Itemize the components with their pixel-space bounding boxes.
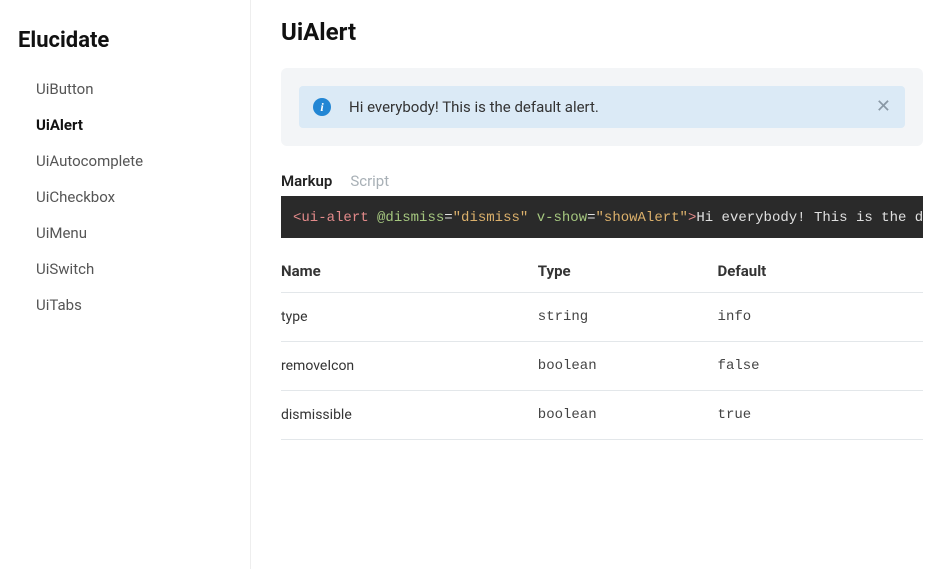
sidebar-item-uitabs[interactable]: UiTabs	[18, 287, 232, 323]
sidebar: Elucidate UiButtonUiAlertUiAutocompleteU…	[0, 0, 250, 569]
example-box: i Hi everybody! This is the default aler…	[281, 68, 923, 146]
tab-markup[interactable]: Markup	[281, 172, 332, 194]
info-icon: i	[313, 98, 331, 116]
prop-type: boolean	[538, 391, 718, 440]
sidebar-item-uiautocomplete[interactable]: UiAutocomplete	[18, 143, 232, 179]
prop-name: removeIcon	[281, 342, 538, 391]
main-content: UiAlert i Hi everybody! This is the defa…	[251, 0, 945, 569]
sidebar-item-uicheckbox[interactable]: UiCheckbox	[18, 179, 232, 215]
table-row: removeIconbooleanfalse	[281, 342, 923, 391]
th-type: Type	[538, 250, 718, 293]
tab-script[interactable]: Script	[350, 172, 389, 194]
code-tabs: Markup Script	[281, 172, 923, 194]
page-title: UiAlert	[281, 18, 923, 46]
th-name: Name	[281, 250, 538, 293]
table-row: dismissiblebooleantrue	[281, 391, 923, 440]
prop-default: info	[718, 293, 923, 342]
sidebar-item-uiswitch[interactable]: UiSwitch	[18, 251, 232, 287]
prop-name: dismissible	[281, 391, 538, 440]
prop-type: boolean	[538, 342, 718, 391]
th-default: Default	[718, 250, 923, 293]
code-scroll-wrap: <ui-alert @dismiss="dismiss" v-show="sho…	[281, 196, 923, 238]
prop-default: true	[718, 391, 923, 440]
prop-name: type	[281, 293, 538, 342]
nav-list: UiButtonUiAlertUiAutocompleteUiCheckboxU…	[18, 71, 232, 323]
sidebar-item-uialert[interactable]: UiAlert	[18, 107, 232, 143]
brand-title: Elucidate	[18, 18, 232, 71]
close-icon[interactable]: ✕	[876, 98, 891, 116]
prop-type: string	[538, 293, 718, 342]
alert: i Hi everybody! This is the default aler…	[299, 86, 905, 128]
sidebar-item-uibutton[interactable]: UiButton	[18, 71, 232, 107]
props-table: Name Type Default typestringinforemoveIc…	[281, 250, 923, 440]
prop-default: false	[718, 342, 923, 391]
table-row: typestringinfo	[281, 293, 923, 342]
alert-text: Hi everybody! This is the default alert.	[349, 98, 599, 116]
sidebar-item-uimenu[interactable]: UiMenu	[18, 215, 232, 251]
code-block[interactable]: <ui-alert @dismiss="dismiss" v-show="sho…	[281, 196, 923, 238]
